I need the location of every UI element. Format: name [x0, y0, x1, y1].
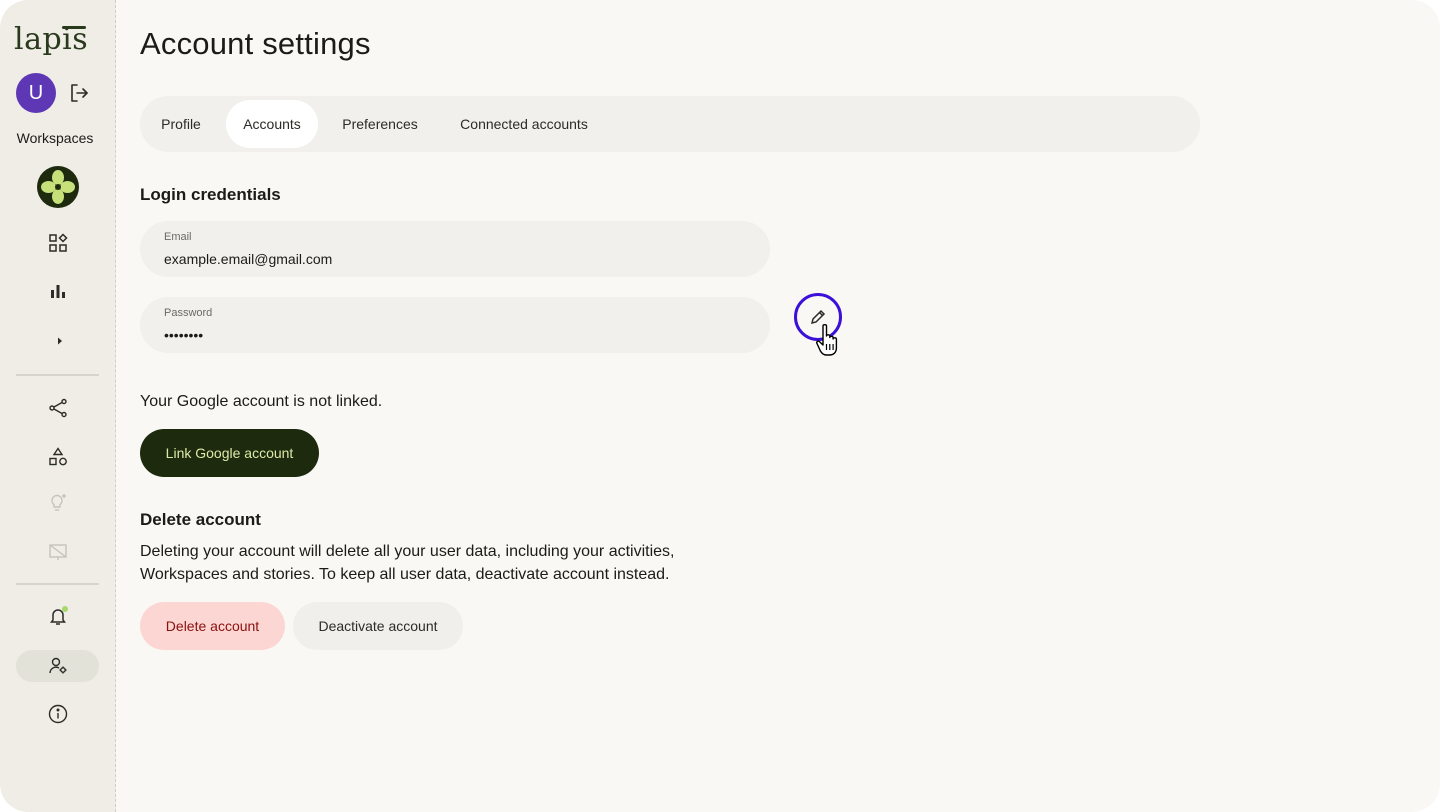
delete-description-line1: Deleting your account will delete all yo…	[140, 543, 675, 560]
delete-account-button[interactable]: Delete account	[140, 602, 285, 650]
password-label: Password	[164, 307, 213, 319]
tab-preferences[interactable]: Preferences	[328, 100, 432, 148]
workspace-logo-icon[interactable]	[37, 166, 79, 208]
settings-tabs: Profile Accounts Preferences Connected a…	[140, 96, 1200, 152]
logo-mark	[62, 26, 86, 29]
hand-cursor-icon	[814, 322, 846, 358]
delete-description-line2: Workspaces and stories. To keep all user…	[140, 566, 670, 583]
app-window: lapis U Workspaces Account settings Prof…	[0, 0, 1440, 812]
share-icon[interactable]	[47, 397, 69, 419]
google-link-status: Your Google account is not linked.	[140, 393, 383, 410]
sidebar-divider	[16, 374, 99, 376]
sidebar-divider	[16, 583, 99, 585]
tab-profile[interactable]: Profile	[146, 100, 216, 148]
delete-account-heading: Delete account	[140, 510, 261, 529]
logout-icon[interactable]	[68, 82, 90, 104]
bell-icon[interactable]	[47, 605, 69, 627]
login-credentials-heading: Login credentials	[140, 185, 281, 204]
presentation-icon[interactable]	[47, 541, 69, 563]
shapes-icon[interactable]	[47, 446, 69, 468]
page-title: Account settings	[140, 26, 371, 61]
email-field[interactable]: Email example.email@gmail.com	[140, 221, 770, 277]
user-settings-icon[interactable]	[47, 655, 69, 677]
password-value[interactable]: ••••••••	[164, 327, 203, 343]
bar-chart-icon[interactable]	[47, 280, 69, 302]
chevron-right-icon[interactable]	[49, 330, 71, 352]
workspaces-label: Workspaces	[16, 130, 94, 146]
lightbulb-sparkle-icon[interactable]	[47, 492, 69, 514]
link-google-account-button[interactable]: Link Google account	[140, 429, 319, 477]
email-label: Email	[164, 231, 192, 243]
password-field[interactable]: Password ••••••••	[140, 297, 770, 353]
tab-accounts[interactable]: Accounts	[226, 100, 318, 148]
info-icon[interactable]	[47, 703, 69, 725]
deactivate-account-button[interactable]: Deactivate account	[293, 602, 463, 650]
tab-connected-accounts[interactable]: Connected accounts	[446, 100, 602, 148]
sidebar: lapis U Workspaces	[0, 0, 116, 812]
dashboard-icon[interactable]	[47, 232, 69, 254]
email-value[interactable]: example.email@gmail.com	[164, 251, 332, 267]
avatar[interactable]: U	[16, 73, 56, 113]
